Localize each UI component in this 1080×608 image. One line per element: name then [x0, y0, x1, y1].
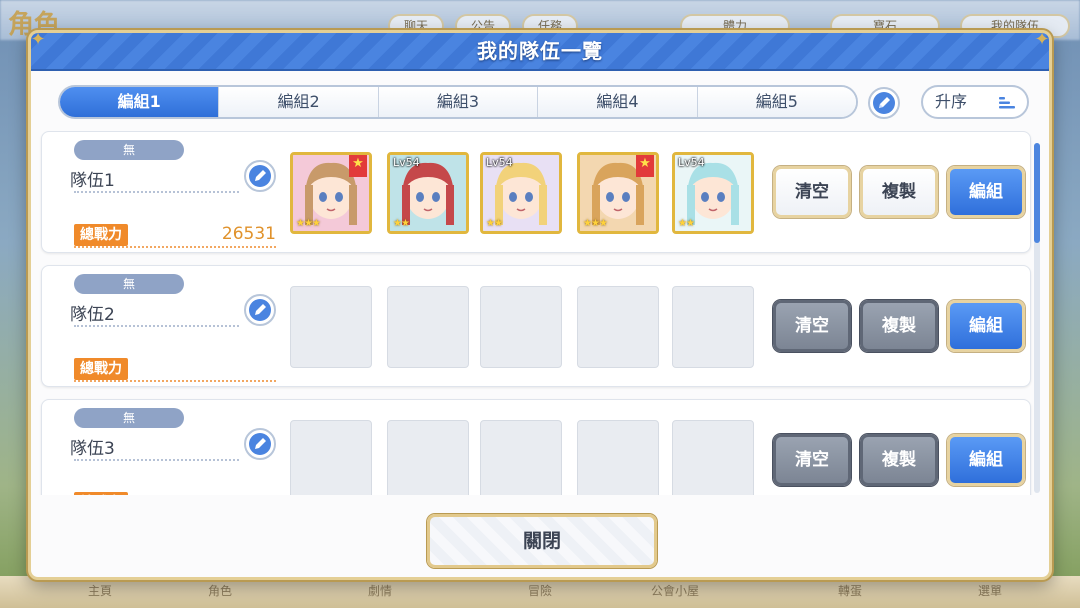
background-tab-menu: 選單	[977, 584, 1002, 598]
edit-team-button[interactable]: 編組	[947, 300, 1025, 352]
team-list-dialog: 我的隊伍一覽 ✦ ✦ 編組1 編組2 編組3 編組4 編組5 升序 無隊伍1 總…	[28, 29, 1052, 580]
power-underline	[74, 246, 276, 248]
team-list-scrollbar[interactable]	[1034, 143, 1040, 493]
character-slot[interactable]: Lv54 ★★	[480, 152, 562, 234]
background-tab-adventure: 冒險	[527, 584, 552, 598]
background-tab-home: 主頁	[87, 584, 112, 598]
background-tab-guild: 公會小屋	[650, 584, 699, 598]
star-rating-icon: ★★★	[296, 218, 321, 229]
empty-character-slot[interactable]	[290, 420, 372, 495]
team-name: 隊伍2	[70, 305, 115, 325]
name-underline	[74, 325, 239, 327]
character-slot[interactable]: ★★★ ★	[577, 152, 659, 234]
character-level: Lv54	[678, 156, 705, 169]
team-row: 無隊伍2 總戰力 清空 複製 編組	[41, 265, 1031, 387]
team-name: 隊伍3	[70, 439, 115, 459]
background-bottom-nav: 主頁 角色 劇情 冒險 公會小屋 轉蛋 選單	[0, 576, 1080, 608]
team-row: 無隊伍1 總戰力 26531 ★★★ ★ Lv54 ★★ Lv54 ★★ ★★★…	[41, 131, 1031, 253]
tab-group-3[interactable]: 編組3	[378, 87, 539, 117]
ornament-top-left-icon: ✦	[30, 29, 46, 50]
empty-character-slot[interactable]	[480, 420, 562, 495]
character-slot[interactable]: Lv54 ★★	[387, 152, 469, 234]
sort-label: 升序	[935, 92, 968, 111]
empty-character-slot[interactable]	[577, 286, 659, 368]
empty-character-slot[interactable]	[290, 286, 372, 368]
star-rating-icon: ★★★	[583, 218, 608, 229]
favorite-ribbon-icon: ★	[349, 155, 367, 177]
empty-character-slot[interactable]	[577, 420, 659, 495]
star-rating-icon: ★★	[486, 218, 503, 229]
empty-character-slot[interactable]	[480, 286, 562, 368]
pencil-icon	[249, 299, 271, 321]
tab-group-2[interactable]: 編組2	[219, 87, 379, 117]
sort-order-button[interactable]: 升序	[921, 85, 1029, 119]
rename-team-button[interactable]	[244, 294, 276, 326]
clear-team-button[interactable]: 清空	[773, 300, 851, 352]
tab-group-4[interactable]: 編組4	[538, 87, 698, 117]
team-row: 無隊伍3 總戰力 清空複製編組	[41, 399, 1031, 495]
pencil-icon	[249, 433, 271, 455]
team-tag: 無	[74, 274, 184, 294]
character-slot[interactable]: Lv54 ★★	[672, 152, 754, 234]
dialog-title: 我的隊伍一覽	[477, 39, 603, 63]
character-level: Lv54	[393, 156, 420, 169]
empty-character-slot[interactable]	[387, 286, 469, 368]
pencil-icon	[249, 165, 271, 187]
background-tab-gacha: 轉蛋	[837, 584, 862, 598]
close-button[interactable]: 關閉	[427, 514, 657, 568]
favorite-ribbon-icon: ★	[636, 155, 654, 177]
empty-character-slot[interactable]	[672, 286, 754, 368]
group-tabs: 編組1 編組2 編組3 編組4 編組5	[58, 85, 858, 119]
team-tag: 無	[74, 140, 184, 160]
power-underline	[74, 380, 276, 382]
total-power-label: 總戰力	[74, 358, 128, 380]
tab-group-1[interactable]: 編組1	[60, 87, 220, 117]
star-rating-icon: ★★	[393, 218, 410, 229]
copy-team-button[interactable]: 複製	[860, 300, 938, 352]
total-power-value: 26531	[221, 224, 276, 244]
dialog-header: 我的隊伍一覽	[31, 33, 1049, 71]
pencil-icon	[873, 92, 895, 114]
empty-character-slot[interactable]	[672, 420, 754, 495]
total-power-label: 總戰力	[74, 492, 128, 495]
team-name: 隊伍1	[70, 171, 115, 191]
team-list[interactable]: 無隊伍1 總戰力 26531 ★★★ ★ Lv54 ★★ Lv54 ★★ ★★★…	[37, 131, 1037, 495]
name-underline	[74, 191, 239, 193]
sort-ascending-icon	[999, 97, 1015, 109]
star-rating-icon: ★★	[678, 218, 695, 229]
background-tab-character: 角色	[207, 584, 232, 598]
copy-team-button[interactable]: 複製	[860, 434, 938, 486]
name-underline	[74, 459, 239, 461]
ornament-top-right-icon: ✦	[1034, 29, 1050, 50]
edit-team-button[interactable]: 編組	[947, 434, 1025, 486]
copy-team-button[interactable]: 複製	[860, 166, 938, 218]
character-level: Lv54	[486, 156, 513, 169]
rename-tab-button[interactable]	[868, 87, 900, 119]
clear-team-button[interactable]: 清空	[773, 434, 851, 486]
scrollbar-thumb[interactable]	[1034, 143, 1040, 243]
background-tab-story: 劇情	[367, 584, 392, 598]
tab-group-5[interactable]: 編組5	[697, 87, 856, 117]
total-power-label: 總戰力	[74, 224, 128, 246]
rename-team-button[interactable]	[244, 428, 276, 460]
edit-team-button[interactable]: 編組	[947, 166, 1025, 218]
clear-team-button[interactable]: 清空	[773, 166, 851, 218]
team-tag: 無	[74, 408, 184, 428]
rename-team-button[interactable]	[244, 160, 276, 192]
character-slot[interactable]: ★★★ ★	[290, 152, 372, 234]
empty-character-slot[interactable]	[387, 420, 469, 495]
